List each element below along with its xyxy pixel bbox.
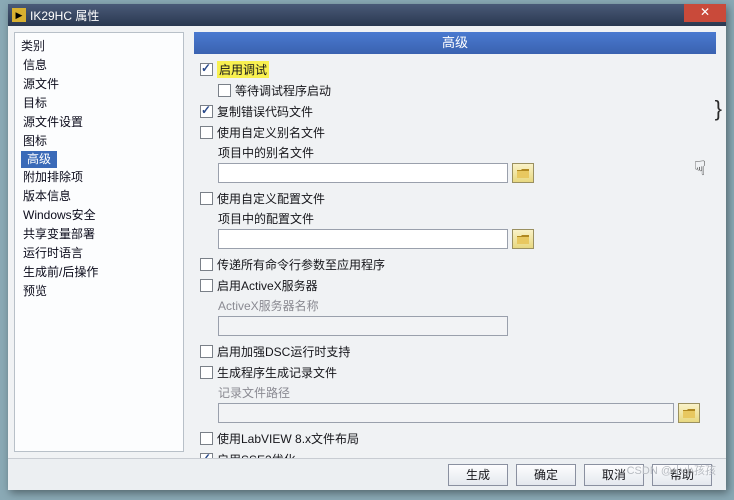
checkbox-icon[interactable] (200, 279, 213, 292)
sidebar-item-4[interactable]: 图标 (21, 132, 177, 151)
close-button[interactable]: ✕ (684, 4, 726, 22)
checkbox-icon[interactable] (200, 258, 213, 271)
activex-row[interactable]: 启用ActiveX服务器 (200, 276, 716, 294)
sse2-label: 启用SSE2优化 (217, 451, 296, 459)
use-config-row[interactable]: 使用自定义配置文件 (200, 189, 716, 207)
checkbox-icon[interactable] (200, 366, 213, 379)
checkbox-icon[interactable] (200, 432, 213, 445)
button-bar: 生成 确定 取消 帮助 (8, 458, 726, 490)
genlog-sublabel: 记录文件路径 (200, 384, 716, 401)
category-sidebar: 类别 信息源文件目标源文件设置图标高级附加排除项版本信息Windows安全共享变… (14, 32, 184, 452)
browse-button[interactable] (678, 403, 700, 423)
app-icon: ▶ (12, 8, 26, 22)
checkbox-icon[interactable] (218, 84, 231, 97)
config-path-input[interactable] (218, 229, 508, 249)
sidebar-item-8[interactable]: Windows安全 (21, 206, 177, 225)
browse-button[interactable] (512, 163, 534, 183)
dsc-label: 启用加强DSC运行时支持 (217, 343, 350, 360)
sidebar-item-12[interactable]: 预览 (21, 282, 177, 301)
lv8x-row[interactable]: 使用LabVIEW 8.x文件布局 (200, 429, 716, 447)
enable-debug-row[interactable]: 启用调试 (200, 60, 716, 78)
checkbox-icon[interactable] (200, 126, 213, 139)
panel-title: 高级 (194, 32, 716, 54)
build-button[interactable]: 生成 (448, 464, 508, 486)
activex-label: 启用ActiveX服务器 (217, 277, 318, 294)
genlog-path-input (218, 403, 674, 423)
sidebar-item-7[interactable]: 版本信息 (21, 187, 177, 206)
checkbox-icon[interactable] (200, 345, 213, 358)
window-title: IK29HC 属性 (30, 7, 722, 24)
main-panel: 高级 } ☟ 启用调试 等待调试程序启动 复制错误代码文件 使用自 (184, 26, 726, 458)
use-alias-row[interactable]: 使用自定义别名文件 (200, 123, 716, 141)
genlog-label: 生成程序生成记录文件 (217, 364, 337, 381)
titlebar: ▶ IK29HC 属性 ✕ (8, 4, 726, 26)
sidebar-item-0[interactable]: 信息 (21, 56, 177, 75)
checkbox-icon[interactable] (200, 192, 213, 205)
checkbox-icon[interactable] (200, 105, 213, 118)
copy-error-label: 复制错误代码文件 (217, 103, 313, 120)
brace-decor: } (715, 96, 722, 122)
cursor-icon: ☟ (694, 156, 706, 181)
lv8x-label: 使用LabVIEW 8.x文件布局 (217, 430, 359, 447)
sidebar-item-6[interactable]: 附加排除项 (21, 168, 177, 187)
checkbox-icon[interactable] (200, 63, 213, 76)
dsc-row[interactable]: 启用加强DSC运行时支持 (200, 342, 716, 360)
enable-debug-label: 启用调试 (217, 61, 269, 78)
sidebar-item-3[interactable]: 源文件设置 (21, 113, 177, 132)
activex-sublabel: ActiveX服务器名称 (200, 297, 716, 314)
checkbox-icon[interactable] (200, 453, 213, 459)
sidebar-header: 类别 (21, 37, 177, 54)
sidebar-item-2[interactable]: 目标 (21, 94, 177, 113)
wait-debugger-label: 等待调试程序启动 (235, 82, 331, 99)
copy-error-row[interactable]: 复制错误代码文件 (200, 102, 716, 120)
alias-sublabel: 项目中的别名文件 (200, 144, 716, 161)
sidebar-item-1[interactable]: 源文件 (21, 75, 177, 94)
config-sublabel: 项目中的配置文件 (200, 210, 716, 227)
pass-args-row[interactable]: 传递所有命令行参数至应用程序 (200, 255, 716, 273)
watermark: CSDN @小小孩孩 (627, 462, 716, 478)
sidebar-item-5[interactable]: 高级 (21, 151, 57, 168)
use-config-label: 使用自定义配置文件 (217, 190, 325, 207)
browse-button[interactable] (512, 229, 534, 249)
use-alias-label: 使用自定义别名文件 (217, 124, 325, 141)
wait-debugger-row[interactable]: 等待调试程序启动 (200, 81, 716, 99)
sidebar-item-9[interactable]: 共享变量部署 (21, 225, 177, 244)
genlog-row[interactable]: 生成程序生成记录文件 (200, 363, 716, 381)
sidebar-item-11[interactable]: 生成前/后操作 (21, 263, 177, 282)
sse2-row[interactable]: 启用SSE2优化 (200, 450, 716, 458)
activex-name-input (218, 316, 508, 336)
pass-args-label: 传递所有命令行参数至应用程序 (217, 256, 385, 273)
ok-button[interactable]: 确定 (516, 464, 576, 486)
sidebar-item-10[interactable]: 运行时语言 (21, 244, 177, 263)
alias-path-input[interactable] (218, 163, 508, 183)
